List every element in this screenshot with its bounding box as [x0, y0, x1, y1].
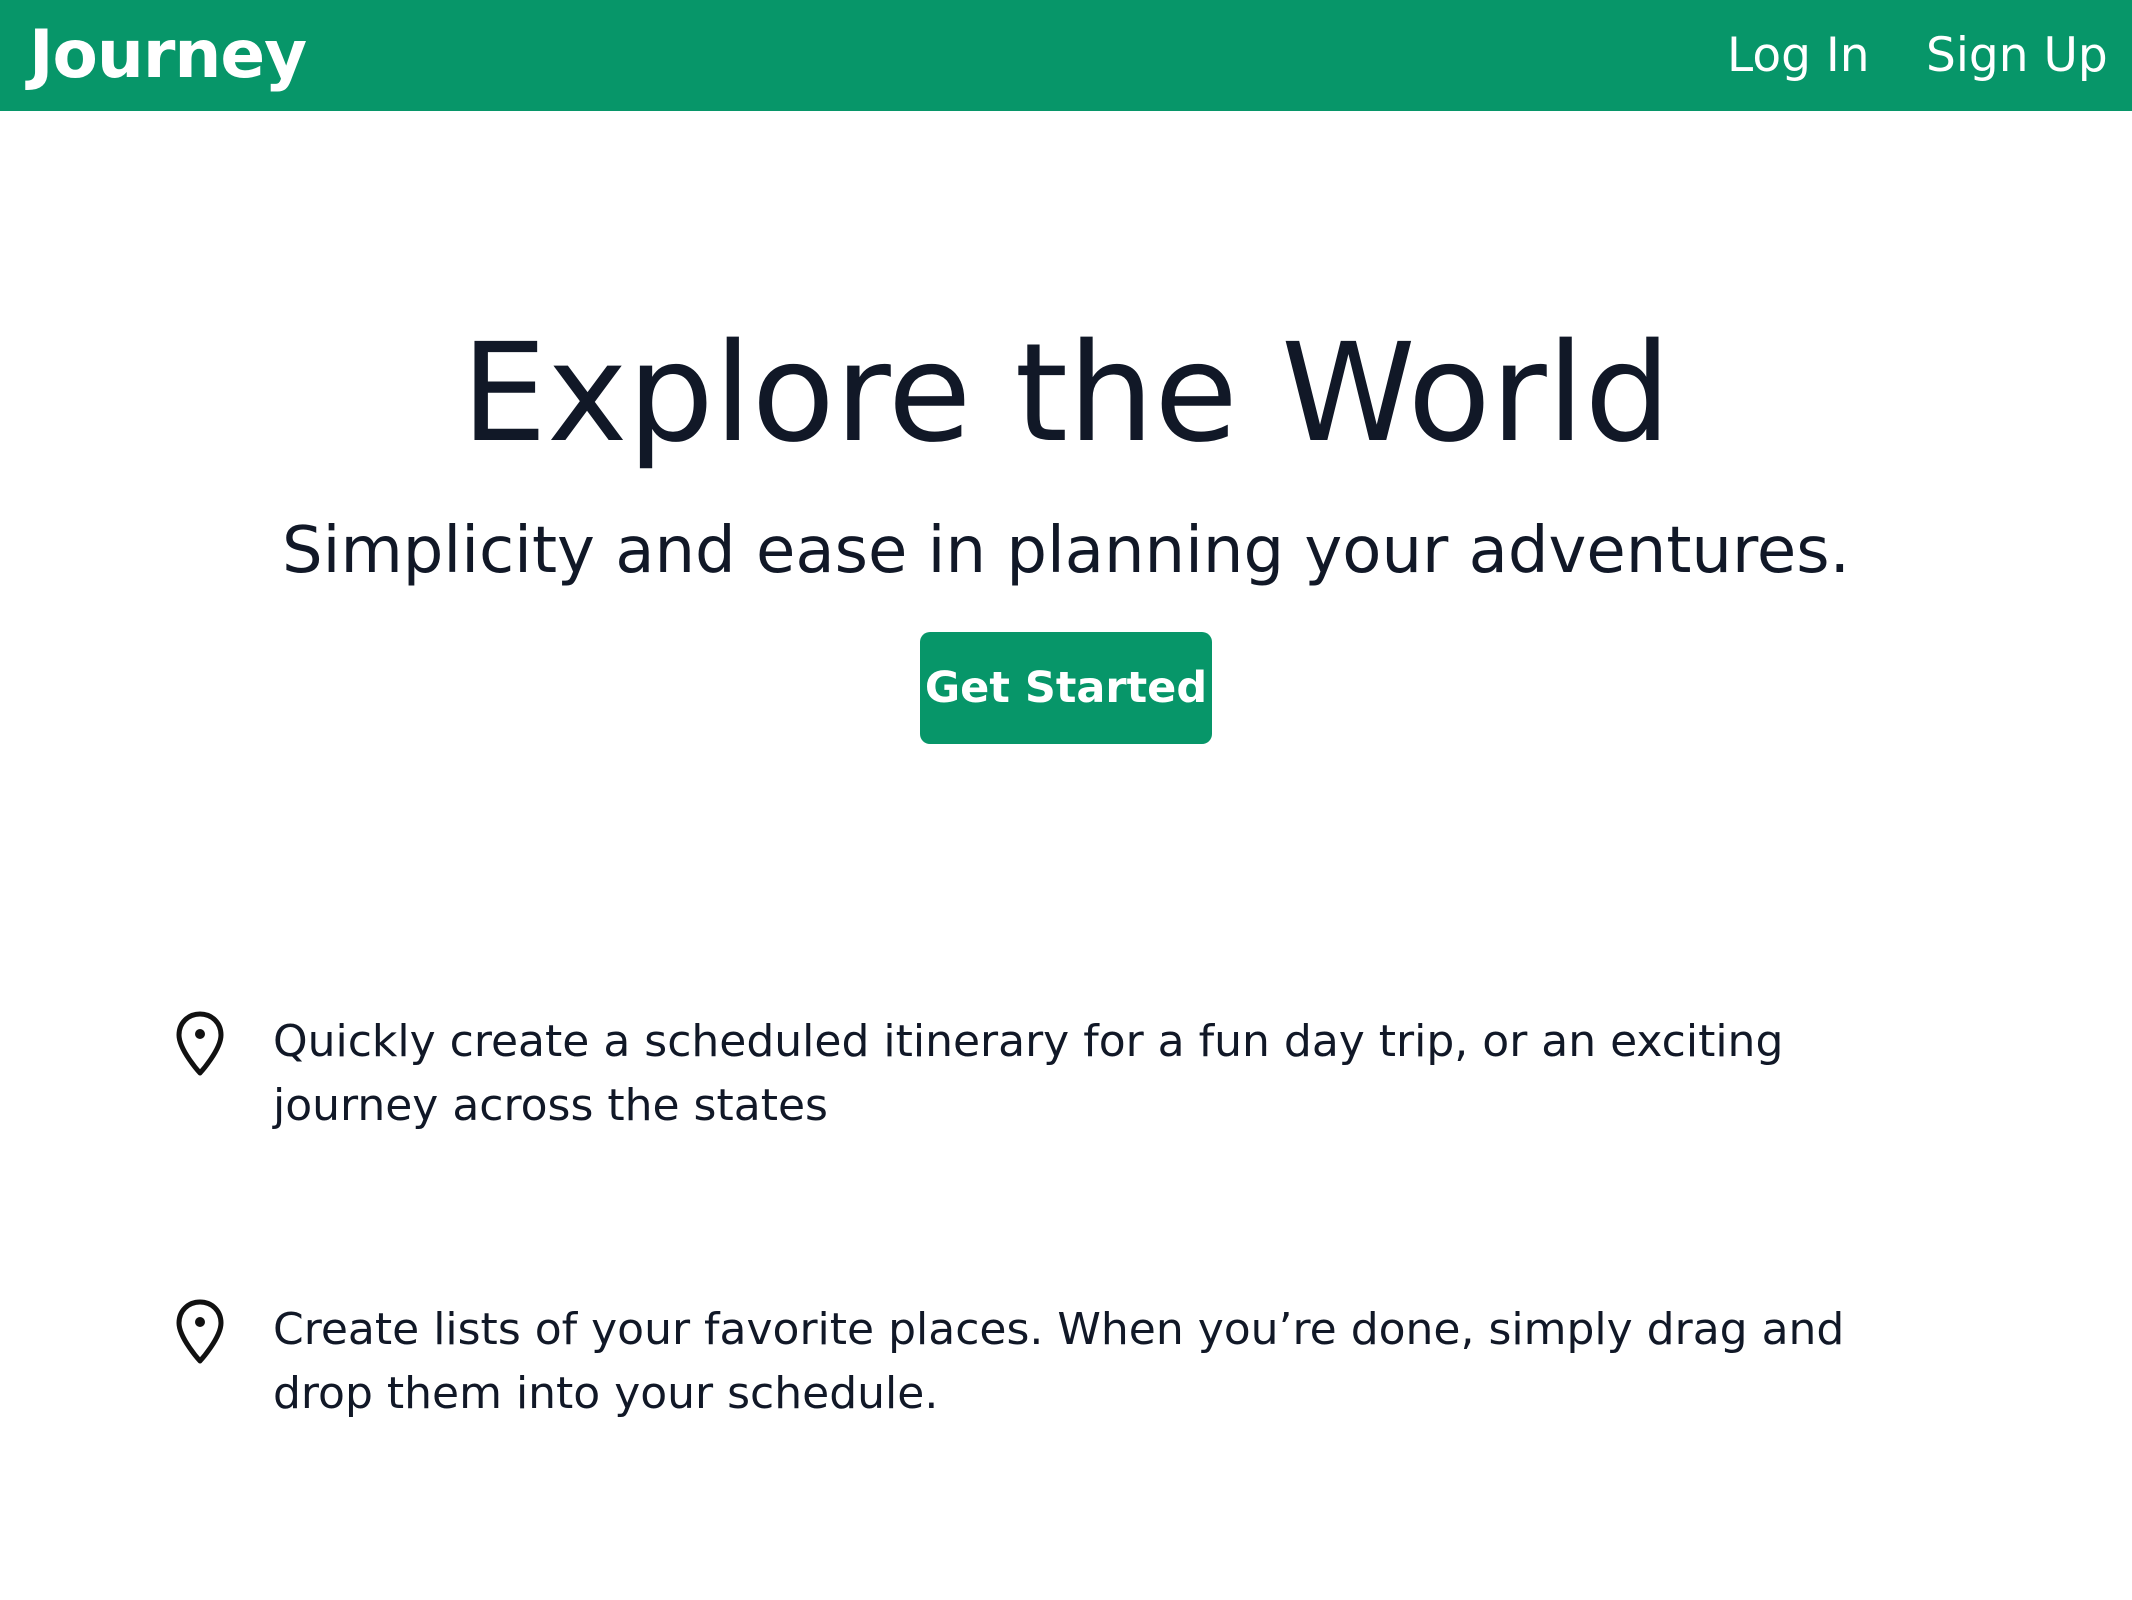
- top-navbar: Journey Log In Sign Up: [0, 0, 2132, 111]
- login-link[interactable]: Log In: [1727, 26, 1870, 86]
- brand-logo[interactable]: Journey: [29, 12, 307, 98]
- get-started-button[interactable]: Get Started: [920, 632, 1212, 744]
- hero-title: Explore the World: [461, 315, 1671, 473]
- feature-text: Create lists of your favorite places. Wh…: [273, 1304, 1845, 1419]
- signup-link[interactable]: Sign Up: [1926, 26, 2108, 86]
- map-pin-icon: [176, 1011, 224, 1076]
- feature-text: Quickly create a scheduled itinerary for…: [273, 1016, 1784, 1131]
- map-pin-icon: [176, 1299, 224, 1364]
- hero-subtitle: Simplicity and ease in planning your adv…: [282, 514, 1850, 588]
